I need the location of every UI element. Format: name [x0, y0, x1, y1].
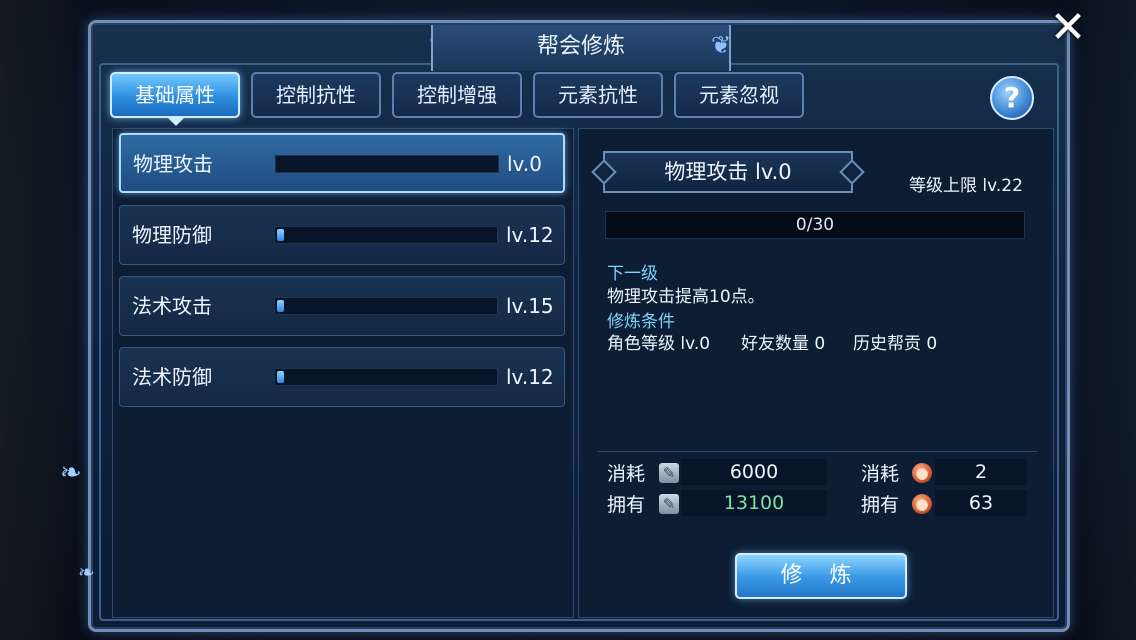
coin-consume-value: 2: [935, 459, 1027, 485]
background-right-edge: [1066, 0, 1136, 640]
scroll-own-value: 13100: [681, 490, 827, 516]
tab-element-ignore[interactable]: 元素忽视: [674, 72, 804, 118]
attribute-progress-bar: [274, 297, 498, 315]
training-progress-bar: 0/30: [605, 211, 1025, 239]
help-icon[interactable]: ?: [990, 76, 1034, 120]
level-cap: 等级上限 lv.22: [909, 176, 1023, 196]
condition-guild-contribution: 历史帮贡 0: [853, 334, 938, 354]
scroll-currency-icon: ✎: [659, 494, 679, 514]
background-left-edge: [0, 0, 90, 640]
coin-own-value: 63: [935, 490, 1027, 516]
attribute-progress-bar: [274, 368, 498, 386]
tab-control-enhance[interactable]: 控制增强: [392, 72, 522, 118]
attribute-detail: 物理攻击 lv.0 等级上限 lv.22 0/30 下一级 物理攻击提高10点。…: [578, 128, 1054, 618]
coin-own-label: 拥有: [861, 494, 900, 516]
dialog-title: 帮会修炼: [431, 25, 731, 71]
attribute-level: lv.12: [506, 365, 554, 389]
condition-friend-count: 好友数量 0: [741, 334, 826, 354]
coin-consume-label: 消耗: [861, 463, 900, 485]
attribute-row-physical-attack[interactable]: 物理攻击 lv.0: [119, 133, 565, 193]
attribute-level: lv.12: [506, 223, 554, 247]
attribute-row-physical-defense[interactable]: 物理防御 lv.12: [119, 205, 565, 265]
close-icon[interactable]: ✕: [1046, 6, 1090, 52]
attribute-progress-bar: [275, 155, 499, 173]
train-button[interactable]: 修 炼: [735, 553, 907, 599]
condition-role-level: 角色等级 lv.0: [607, 334, 711, 354]
cost-divider: [597, 451, 1037, 452]
tab-basic-attributes[interactable]: 基础属性: [110, 72, 240, 118]
tab-element-resistance[interactable]: 元素抗性: [533, 72, 663, 118]
attribute-progress-fill: [277, 229, 284, 241]
tab-control-resistance[interactable]: 控制抗性: [251, 72, 381, 118]
coin-currency-icon: ●: [912, 494, 932, 514]
attribute-list: 物理攻击 lv.0 物理防御 lv.12 法术攻击 lv.15 法术防御 lv.…: [112, 128, 574, 618]
butterfly-decoration-icon: ❧: [78, 560, 95, 584]
attribute-name: 法术攻击: [132, 294, 212, 318]
attribute-name: 物理防御: [132, 223, 212, 247]
next-level-effect: 物理攻击提高10点。: [607, 287, 765, 307]
attribute-level: lv.15: [506, 294, 554, 318]
title-ornament-right-icon: ❦: [710, 31, 732, 59]
attribute-level: lv.0: [507, 152, 542, 176]
attribute-row-magic-defense[interactable]: 法术防御 lv.12: [119, 347, 565, 407]
scroll-consume-value: 6000: [681, 459, 827, 485]
attribute-row-magic-attack[interactable]: 法术攻击 lv.15: [119, 276, 565, 336]
active-tab-pointer: [166, 116, 186, 126]
next-level-heading: 下一级: [607, 264, 658, 284]
attribute-progress-fill: [277, 371, 284, 383]
attribute-progress-fill: [277, 300, 284, 312]
scroll-consume-label: 消耗: [607, 463, 646, 485]
attribute-name: 物理攻击: [133, 152, 213, 176]
butterfly-decoration-icon: ❧: [60, 458, 82, 488]
attribute-progress-bar: [274, 226, 498, 244]
detail-title: 物理攻击 lv.0: [603, 151, 853, 193]
scroll-own-label: 拥有: [607, 494, 646, 516]
scroll-currency-icon: ✎: [659, 463, 679, 483]
coin-currency-icon: ●: [912, 463, 932, 483]
attribute-name: 法术防御: [132, 365, 212, 389]
